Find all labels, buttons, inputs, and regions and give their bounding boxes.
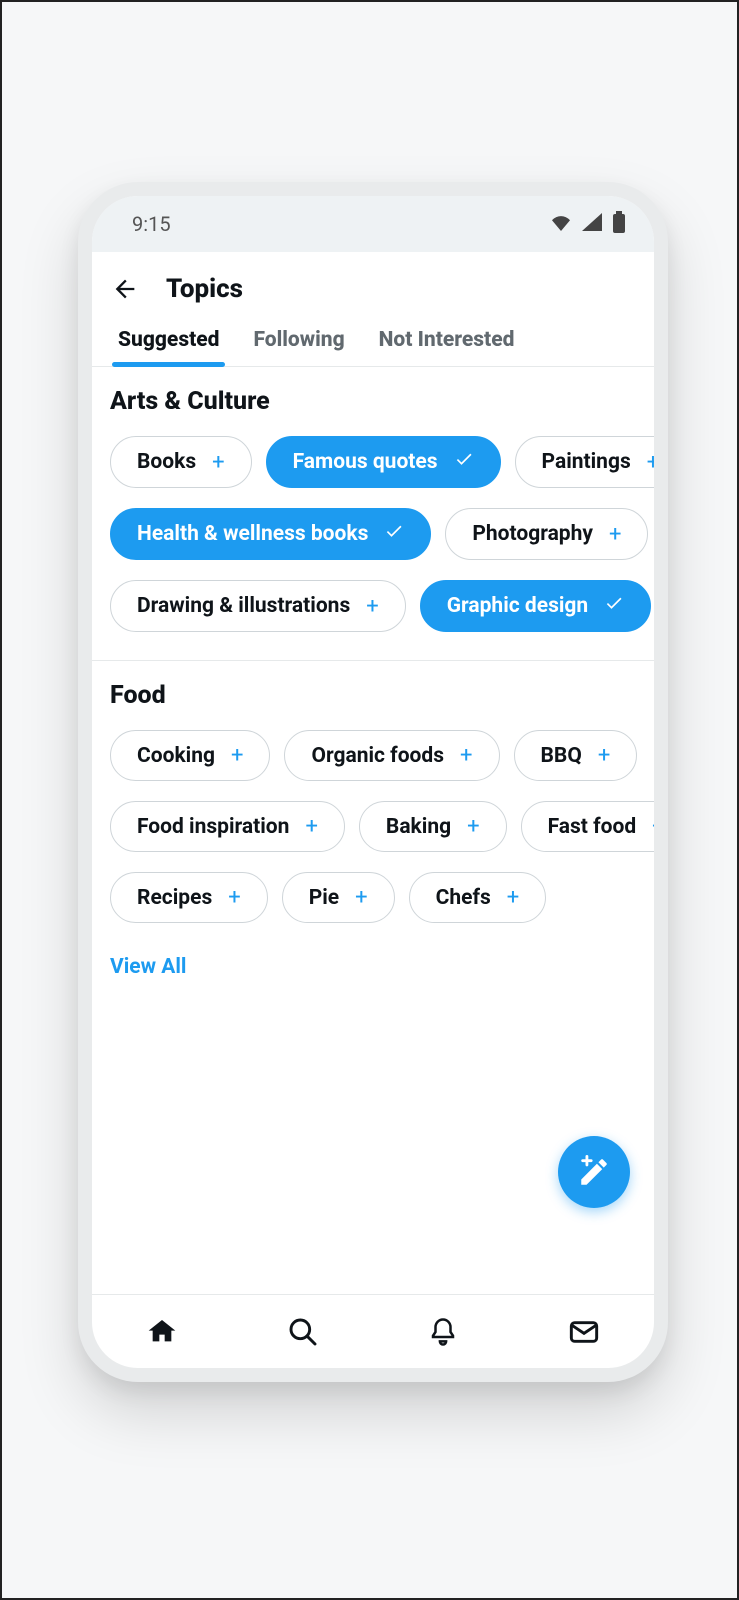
- page-title: Topics: [166, 274, 243, 304]
- nav-notifications[interactable]: [425, 1314, 461, 1350]
- phone-frame: 9:15 Topics: [78, 182, 668, 1382]
- home-icon: [146, 1316, 178, 1348]
- plus-icon: +: [231, 743, 243, 768]
- topic-chip-graphic-design[interactable]: Graphic design: [420, 580, 651, 632]
- chip-label: Pie: [309, 886, 339, 910]
- chip-label: Food inspiration: [137, 815, 289, 839]
- topic-chip-organic-foods[interactable]: Organic foods +: [284, 730, 499, 781]
- back-button[interactable]: [110, 274, 140, 304]
- topic-chip-famous-quotes[interactable]: Famous quotes: [266, 436, 501, 488]
- status-icons: [550, 211, 626, 238]
- topic-chip-paintings[interactable]: Paintings +: [515, 436, 654, 488]
- chip-label: Paintings: [542, 450, 631, 474]
- section-title: Food: [92, 681, 654, 720]
- chip-label: Photography: [472, 522, 593, 546]
- plus-icon: +: [228, 885, 240, 910]
- battery-icon: [612, 211, 626, 238]
- plus-icon: +: [355, 885, 367, 910]
- topic-chip-recipes[interactable]: Recipes +: [110, 872, 268, 923]
- chip-label: Graphic design: [447, 594, 588, 618]
- status-time: 9:15: [132, 212, 171, 236]
- phone-screen: 9:15 Topics: [92, 196, 654, 1368]
- plus-icon: +: [652, 814, 654, 839]
- chip-label: Health & wellness books: [137, 522, 368, 546]
- chip-label: Chefs: [436, 886, 491, 910]
- mail-icon: [568, 1316, 600, 1348]
- view-all-link[interactable]: View All: [92, 933, 654, 989]
- compose-icon: [577, 1155, 611, 1189]
- topic-chip-food-inspiration[interactable]: Food inspiration +: [110, 801, 345, 852]
- topic-chip-health-wellness-books[interactable]: Health & wellness books: [110, 508, 431, 560]
- chip-label: Famous quotes: [293, 450, 438, 474]
- page-header: Topics: [92, 252, 654, 318]
- topic-section: Food Cooking + Organic foods + BBQ +: [92, 661, 654, 1007]
- nav-home[interactable]: [144, 1314, 180, 1350]
- topic-chip-cooking[interactable]: Cooking +: [110, 730, 270, 781]
- plus-icon: +: [609, 522, 621, 547]
- tabs: Suggested Following Not Interested: [92, 318, 654, 367]
- content-scroll[interactable]: Arts & Culture Books + Famous quotes: [92, 367, 654, 1294]
- chip-row[interactable]: Recipes + Pie + Chefs +: [92, 862, 654, 933]
- plus-icon: +: [647, 450, 654, 475]
- chip-label: Fast food: [548, 815, 637, 839]
- check-icon: [384, 521, 404, 547]
- plus-icon: +: [212, 450, 224, 475]
- compose-fab[interactable]: [558, 1136, 630, 1208]
- chip-label: BBQ: [541, 744, 582, 768]
- check-icon: [604, 593, 624, 619]
- check-icon: [454, 449, 474, 475]
- chip-label: Books: [137, 450, 196, 474]
- topic-chip-fast-food[interactable]: Fast food +: [521, 801, 654, 852]
- nav-messages[interactable]: [566, 1314, 602, 1350]
- chip-row[interactable]: Food inspiration + Baking + Fast food +: [92, 791, 654, 862]
- chip-label: Drawing & illustrations: [137, 594, 350, 618]
- chip-label: Cooking: [137, 744, 215, 768]
- chip-label: Organic foods: [311, 744, 444, 768]
- bottom-nav: [92, 1294, 654, 1368]
- topic-chip-pie[interactable]: Pie +: [282, 872, 395, 923]
- topic-chip-photography[interactable]: Photography +: [445, 508, 648, 560]
- topic-chip-baking[interactable]: Baking +: [359, 801, 507, 852]
- topic-chip-chefs[interactable]: Chefs +: [409, 872, 547, 923]
- chip-label: Baking: [386, 815, 451, 839]
- topic-chip-drawing-illustrations[interactable]: Drawing & illustrations +: [110, 580, 406, 632]
- tab-suggested[interactable]: Suggested: [104, 318, 233, 366]
- cell-signal-icon: [582, 212, 602, 236]
- plus-icon: +: [305, 814, 317, 839]
- tab-label: Following: [253, 328, 344, 352]
- section-title: Arts & Culture: [92, 387, 654, 426]
- topic-chip-books[interactable]: Books +: [110, 436, 252, 488]
- status-bar: 9:15: [92, 196, 654, 252]
- plus-icon: +: [598, 743, 610, 768]
- chip-row[interactable]: Drawing & illustrations + Graphic design: [92, 570, 654, 642]
- tab-following[interactable]: Following: [239, 318, 358, 366]
- chip-row[interactable]: Books + Famous quotes Paintings +: [92, 426, 654, 498]
- plus-icon: +: [467, 814, 479, 839]
- topic-section: Arts & Culture Books + Famous quotes: [92, 367, 654, 661]
- tab-label: Suggested: [118, 328, 219, 352]
- bell-icon: [428, 1317, 458, 1347]
- chip-row[interactable]: Cooking + Organic foods + BBQ +: [92, 720, 654, 791]
- plus-icon: +: [366, 594, 378, 619]
- topic-chip-bbq[interactable]: BBQ +: [514, 730, 638, 781]
- wifi-icon: [550, 212, 572, 236]
- plus-icon: +: [460, 743, 472, 768]
- tab-not-interested[interactable]: Not Interested: [365, 318, 529, 366]
- plus-icon: +: [507, 885, 519, 910]
- chip-label: Recipes: [137, 886, 212, 910]
- tab-label: Not Interested: [379, 328, 515, 352]
- search-icon: [287, 1316, 319, 1348]
- chip-row[interactable]: Health & wellness books Photography +: [92, 498, 654, 570]
- arrow-left-icon: [111, 275, 139, 303]
- nav-search[interactable]: [285, 1314, 321, 1350]
